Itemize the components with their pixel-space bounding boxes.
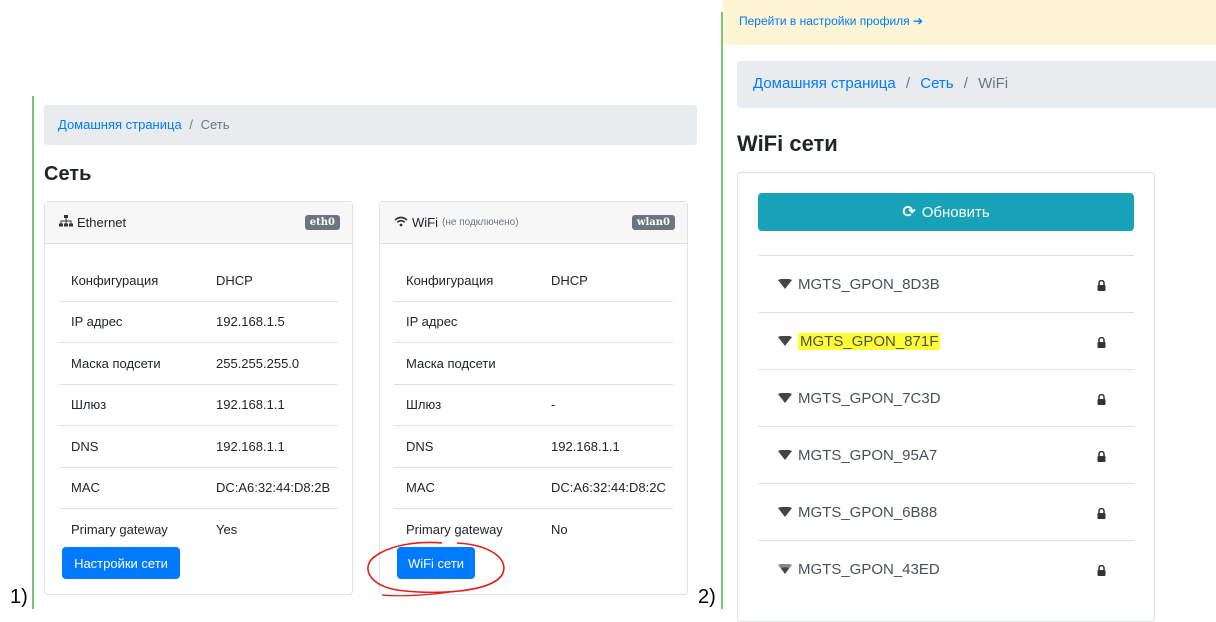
- panel1-left-border: [32, 96, 34, 609]
- lock-icon: [1097, 506, 1106, 523]
- breadcrumb-current: WiFi: [978, 75, 1009, 92]
- wifi-icon: [394, 215, 408, 230]
- interface-badge: wlan0: [631, 215, 675, 230]
- list-item[interactable]: MGTS_GPON_95A7: [758, 426, 1134, 483]
- lock-icon: [1097, 278, 1106, 295]
- network-ssid: MGTS_GPON_7C3D: [798, 389, 941, 407]
- wifi-signal-icon: [778, 447, 792, 464]
- table-row: DNS 192.168.1.1: [394, 426, 673, 468]
- panel2-marker: 2): [698, 586, 716, 608]
- table-row: Шлюз 192.168.1.1: [59, 385, 338, 426]
- row-key: Шлюз: [71, 397, 107, 413]
- breadcrumb-separator: /: [905, 75, 911, 92]
- breadcrumb-home-link[interactable]: Домашняя страница: [753, 75, 896, 92]
- network-settings-button[interactable]: Настройки сети: [62, 547, 180, 579]
- table-row: Конфигурация DHCP: [59, 260, 338, 302]
- breadcrumb-home-link[interactable]: Домашняя страница: [58, 117, 182, 132]
- row-value: DHCP: [216, 272, 253, 288]
- wifi-signal-icon: [778, 390, 792, 407]
- wifi-status: (не подключено): [442, 217, 519, 228]
- network-ssid: MGTS_GPON_871F: [798, 332, 941, 350]
- refresh-button-label: Обновить: [921, 203, 990, 221]
- table-row: IP адрес 192.168.1.5: [59, 302, 338, 343]
- ethernet-card-header: Ethernet eth0: [45, 202, 352, 244]
- arrow-right-icon: ➔: [913, 14, 924, 28]
- wifi-signal-icon: [778, 504, 792, 521]
- table-row: IP адрес: [394, 302, 673, 343]
- breadcrumb-current: Сеть: [200, 117, 230, 132]
- row-key: Конфигурация: [406, 272, 494, 288]
- row-value: DC:A6:32:44:D8:2B: [216, 480, 331, 496]
- network-ssid: MGTS_GPON_43ED: [798, 560, 940, 578]
- ethernet-card: Ethernet eth0 Конфигурация DHCP IP адрес 1…: [44, 201, 353, 595]
- row-value: 192.168.1.1: [551, 438, 620, 454]
- wifi-card-title: WiFi: [412, 215, 438, 230]
- row-value: 192.168.1.5: [216, 314, 285, 330]
- refresh-button[interactable]: ⟳ Обновить: [758, 193, 1134, 231]
- row-key: IP адрес: [71, 314, 123, 330]
- page-title: WiFi сети: [737, 131, 838, 156]
- ethernet-info-table: Конфигурация DHCP IP адрес 192.168.1.5 Мас…: [59, 260, 338, 551]
- row-key: DNS: [406, 438, 434, 454]
- breadcrumb: Домашняя страница / Сеть / WiFi: [737, 61, 1216, 108]
- refresh-icon: ⟳: [902, 204, 916, 221]
- table-row: Primary gateway Yes: [59, 509, 338, 551]
- list-item[interactable]: MGTS_GPON_8D3B: [758, 255, 1134, 312]
- table-row: MAC DC:A6:32:44:D8:2B: [59, 468, 338, 509]
- table-row: DNS 192.168.1.1: [59, 426, 338, 468]
- table-row: Шлюз -: [394, 385, 673, 426]
- row-value: 255.255.255.0: [216, 355, 300, 371]
- row-value: DC:A6:32:44:D8:2C: [551, 480, 666, 496]
- wifi-signal-icon: [778, 276, 792, 293]
- row-key: Конфигурация: [71, 272, 159, 288]
- ethernet-card-title: Ethernet: [77, 215, 127, 230]
- row-key: Primary gateway: [71, 522, 168, 538]
- list-item[interactable]: MGTS_GPON_43ED: [758, 540, 1134, 597]
- wifi-info-table: Конфигурация DHCP IP адрес Маска подсети …: [394, 260, 673, 551]
- list-item[interactable]: MGTS_GPON_6B88: [758, 483, 1134, 540]
- network-ssid: MGTS_GPON_8D3B: [798, 275, 940, 293]
- lock-icon: [1097, 335, 1106, 352]
- panel1-marker: 1): [10, 586, 28, 608]
- panel2-left-border: [721, 12, 723, 609]
- wifi-signal-icon: [778, 333, 792, 350]
- row-key: MAC: [406, 480, 435, 496]
- network-ssid: MGTS_GPON_6B88: [798, 503, 938, 521]
- row-value: 192.168.1.1: [216, 438, 285, 454]
- row-value: -: [551, 397, 556, 413]
- row-key: Маска подсети: [71, 355, 161, 371]
- breadcrumb-network-link[interactable]: Сеть: [920, 75, 953, 92]
- row-key: Шлюз: [406, 397, 442, 413]
- wifi-signal-icon: [778, 561, 792, 578]
- breadcrumb: Домашняя страница / Сеть: [44, 105, 697, 145]
- row-value: No: [551, 522, 568, 538]
- wifi-network-list: MGTS_GPON_8D3B MGTS_GPON_871F MGTS_GPON_…: [758, 255, 1134, 597]
- table-row: Конфигурация DHCP: [394, 260, 673, 302]
- lock-icon: [1097, 392, 1106, 409]
- page-title: Сеть: [44, 163, 92, 185]
- interface-badge: eth0: [304, 215, 340, 230]
- breadcrumb-separator: /: [189, 117, 193, 132]
- wifi-card-header: WiFi (не подключено) wlan0: [380, 202, 687, 244]
- profile-notice: Перейти в настройки профиля ➔: [723, 0, 1216, 45]
- list-item[interactable]: MGTS_GPON_7C3D: [758, 369, 1134, 426]
- row-value: Yes: [216, 522, 238, 538]
- list-item[interactable]: MGTS_GPON_871F: [758, 312, 1134, 369]
- red-circle-annotation: [367, 541, 505, 597]
- row-key: Маска подсети: [406, 355, 496, 371]
- row-key: DNS: [71, 438, 99, 454]
- row-value: DHCP: [551, 272, 588, 288]
- table-row: Маска подсети: [394, 343, 673, 385]
- profile-settings-link[interactable]: Перейти в настройки профиля: [739, 14, 910, 28]
- breadcrumb-separator: /: [963, 75, 968, 92]
- table-row: Маска подсети 255.255.255.0: [59, 343, 338, 385]
- row-key: MAC: [71, 480, 100, 496]
- lock-icon: [1097, 449, 1106, 466]
- lock-icon: [1097, 563, 1106, 580]
- network-ssid: MGTS_GPON_95A7: [798, 446, 938, 464]
- row-value: 192.168.1.1: [216, 397, 285, 413]
- table-row: MAC DC:A6:32:44:D8:2C: [394, 468, 673, 509]
- network-tree-icon: [59, 215, 73, 230]
- row-key: IP адрес: [406, 314, 458, 330]
